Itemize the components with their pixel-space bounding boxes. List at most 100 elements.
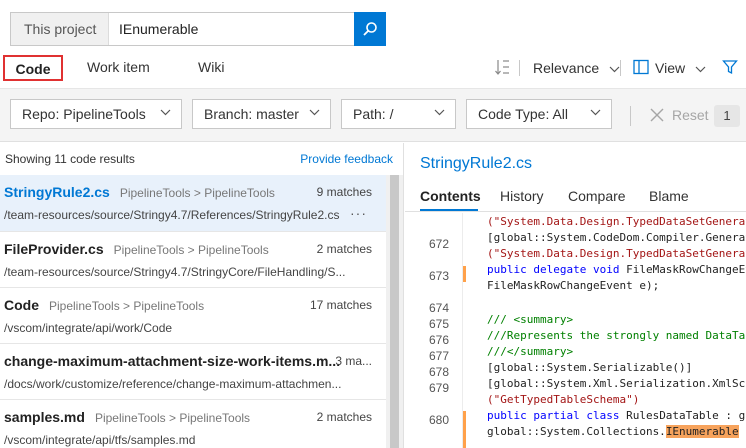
sort-label: Relevance xyxy=(533,60,600,76)
branch-filter-dropdown[interactable]: Branch: master xyxy=(192,99,331,129)
search-type-tabs: Code Work item Wiki Relevance View xyxy=(0,52,746,84)
chevron-down-icon xyxy=(309,109,320,116)
code-line: FileMaskRowChangeEvent e); xyxy=(487,279,660,292)
search-button[interactable] xyxy=(354,12,386,46)
code-line: [global::System.CodeDom.Compiler.Generat xyxy=(487,231,746,244)
tab-blame[interactable]: Blame xyxy=(649,188,689,204)
code-line: ///Represents the strongly named DataTab xyxy=(487,329,746,342)
code-text: global::System.Collections. xyxy=(487,425,666,438)
tab-compare[interactable]: Compare xyxy=(568,188,626,204)
chevron-down-icon xyxy=(434,109,445,116)
code-keyword: public partial class xyxy=(487,409,620,422)
code-line: ("System.Data.Design.TypedDataSetGenerat xyxy=(487,247,746,260)
preview-file-title[interactable]: StringyRule2.cs xyxy=(420,155,532,173)
reset-filters-button[interactable]: Reset xyxy=(650,107,709,123)
branch-filter-label: Branch: master xyxy=(204,106,299,122)
search-bar: This project IEnumerable xyxy=(10,12,386,46)
tab-contents[interactable]: Contents xyxy=(420,188,481,204)
result-file-name: samples.md xyxy=(4,409,85,425)
result-path: /vscom/integrate/api/work/Code xyxy=(4,321,173,335)
line-number: 674 xyxy=(428,301,449,315)
result-file-name: Code xyxy=(4,297,39,313)
results-pane: Showing 11 code results Provide feedback… xyxy=(0,143,404,448)
sort-order-icon[interactable] xyxy=(494,58,512,76)
code-line: /// <summary> xyxy=(487,313,574,326)
divider xyxy=(405,211,746,212)
line-number: 675 xyxy=(428,317,449,331)
chevron-down-icon xyxy=(695,66,706,73)
result-item[interactable]: change-maximum-attachment-size-work-item… xyxy=(0,344,387,400)
chevron-down-icon xyxy=(590,109,601,116)
code-type-filter-label: Code Type: All xyxy=(478,106,569,122)
search-input[interactable]: IEnumerable xyxy=(109,13,354,45)
chevron-down-icon xyxy=(160,109,171,116)
result-item[interactable]: FileProvider.cs PipelineTools > PipelineT… xyxy=(0,232,387,288)
result-repo: PipelineTools > PipelineTools xyxy=(94,411,251,425)
close-icon xyxy=(650,108,664,122)
path-filter-dropdown[interactable]: Path: / xyxy=(341,99,456,129)
path-filter-label: Path: / xyxy=(353,106,394,122)
result-match-count: 2 matches xyxy=(316,410,372,424)
result-file-name: StringyRule2.cs xyxy=(4,184,110,200)
search-match-highlight: IEnumerable xyxy=(665,425,739,438)
result-path: /vscom/integrate/api/tfs/samples.md xyxy=(4,433,196,447)
view-pane-icon[interactable] xyxy=(633,59,649,75)
match-indicator xyxy=(463,411,466,448)
more-actions-icon[interactable]: ··· xyxy=(350,205,367,221)
filter-icon[interactable] xyxy=(722,59,738,75)
search-scope-selector[interactable]: This project xyxy=(11,13,109,45)
result-repo: PipelineTools > PipelineTools xyxy=(113,243,269,257)
line-number: 676 xyxy=(428,333,449,347)
code-type-filter-dropdown[interactable]: Code Type: All xyxy=(466,99,612,129)
view-dropdown[interactable]: View xyxy=(655,60,706,76)
results-summary: Showing 11 code results xyxy=(5,152,135,166)
file-preview-pane: StringyRule2.cs Contents History Compare… xyxy=(405,143,746,448)
scrollbar-thumb[interactable] xyxy=(390,175,399,448)
result-repo: PipelineTools > PipelineTools xyxy=(119,186,275,200)
repo-filter-label: Repo: PipelineTools xyxy=(22,106,146,122)
result-item[interactable]: Code PipelineTools > PipelineTools 17 mat… xyxy=(0,288,387,344)
tab-wiki[interactable]: Wiki xyxy=(198,55,224,81)
result-file-name: FileProvider.cs xyxy=(4,241,104,257)
result-item[interactable]: samples.md PipelineTools > PipelineTools … xyxy=(0,400,387,448)
line-number: 678 xyxy=(428,365,449,379)
result-match-count: 9 matches xyxy=(316,185,372,199)
result-match-count: 2 matches xyxy=(316,242,372,256)
tab-work-item[interactable]: Work item xyxy=(87,55,150,81)
reset-label: Reset xyxy=(672,107,709,123)
code-text: RulesDataTable : g xyxy=(619,409,746,422)
line-number: 672 xyxy=(428,237,449,251)
repo-filter-dropdown[interactable]: Repo: PipelineTools xyxy=(10,99,182,129)
code-text: FileMaskRowChangeEv xyxy=(619,263,746,276)
result-item[interactable]: StringyRule2.cs PipelineTools > PipelineT… xyxy=(0,175,387,231)
code-line: ("System.Data.Design.TypedDataSetGenerat xyxy=(487,215,746,228)
line-number: 677 xyxy=(428,349,449,363)
provide-feedback-link[interactable]: Provide feedback xyxy=(300,152,393,166)
filter-bar: Repo: PipelineTools Branch: master Path:… xyxy=(0,88,746,142)
result-path: /docs/work/customize/reference/change-ma… xyxy=(4,377,342,391)
code-line: [global::System.Serializable()] xyxy=(487,361,693,374)
result-repo: PipelineTools > PipelineTools xyxy=(49,299,205,313)
result-match-count: 3 ma... xyxy=(335,354,372,368)
result-file-name: change-maximum-attachment-size-work-item… xyxy=(4,353,341,369)
tab-code[interactable]: Code xyxy=(3,55,63,81)
result-match-count: 17 matches xyxy=(309,298,372,312)
sort-dropdown[interactable]: Relevance xyxy=(533,60,620,76)
code-viewer[interactable]: 672 673 674 675 676 677 678 679 680 ("Sy… xyxy=(405,213,746,448)
filter-count-badge: 1 xyxy=(714,105,740,127)
result-path: /team-resources/source/Stringy4.7/String… xyxy=(4,265,346,279)
results-scrollbar[interactable] xyxy=(386,175,403,448)
code-line: ("GetTypedTableSchema") xyxy=(487,393,640,406)
toolbar-separator xyxy=(519,60,520,76)
match-indicator xyxy=(463,266,466,282)
line-number: 679 xyxy=(428,381,449,395)
code-line: [global::System.Xml.Serialization.XmlSch xyxy=(487,377,746,390)
toolbar-separator xyxy=(630,106,631,126)
tab-history[interactable]: History xyxy=(500,188,544,204)
toolbar-separator xyxy=(620,60,621,76)
line-number: 673 xyxy=(428,269,449,283)
code-line: global::System.Collections.IEnumerable xyxy=(487,425,739,438)
search-icon xyxy=(363,22,377,36)
code-keyword: public delegate void xyxy=(487,263,620,276)
code-line: ///</summary> xyxy=(487,345,574,358)
